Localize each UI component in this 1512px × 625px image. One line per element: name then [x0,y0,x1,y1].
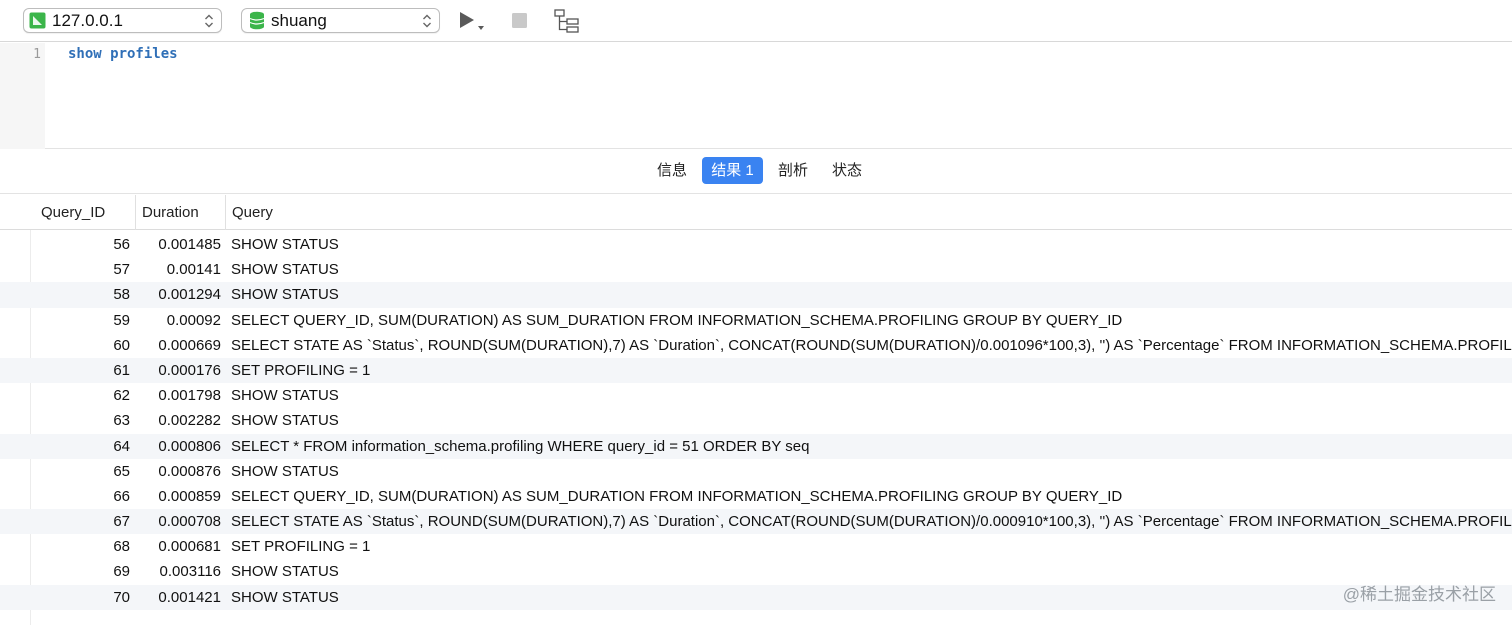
cell-duration: 0.002282 [158,412,221,430]
query-editor[interactable]: 1 show profiles [0,43,1512,149]
tab-info[interactable]: 信息 [650,157,694,184]
cell-query-id: 69 [113,563,130,581]
table-row[interactable]: 58 0.001294 SHOW STATUS [0,282,1512,308]
cell-query-id: 58 [113,286,130,304]
cell-duration: 0.001485 [158,236,221,253]
line-gutter: 1 [0,43,45,149]
cell-query-id: 66 [113,487,130,505]
cell-query: SHOW STATUS [231,588,339,606]
cell-query: SELECT STATE AS `Status`, ROUND(SUM(DURA… [231,336,1512,354]
cell-query-id: 63 [113,412,130,430]
table-row[interactable]: 57 0.00141 SHOW STATUS [0,257,1512,282]
cell-query-id: 65 [113,462,130,480]
stop-button[interactable] [507,8,533,34]
table-row[interactable]: 67 0.000708 SELECT STATE AS `Status`, RO… [0,509,1512,535]
cell-query: SHOW STATUS [231,286,339,304]
cell-duration: 0.000681 [158,538,221,556]
table-row[interactable]: 60 0.000669 SELECT STATE AS `Status`, RO… [0,333,1512,358]
table-row[interactable]: 68 0.000681 SET PROFILING = 1 [0,534,1512,559]
grid-rows: 56 0.001485 SHOW STATUS 57 0.00141 SHOW … [0,232,1512,610]
run-button[interactable] [456,8,490,34]
table-row[interactable]: 62 0.001798 SHOW STATUS [0,383,1512,408]
play-icon [460,12,484,30]
table-row[interactable]: 65 0.000876 SHOW STATUS [0,459,1512,484]
result-grid: Query_ID Duration Query 56 0.001485 SHOW… [0,195,1512,625]
cell-duration: 0.000859 [158,487,221,505]
cell-duration: 0.000708 [158,513,221,531]
table-row[interactable]: 66 0.000859 SELECT QUERY_ID, SUM(DURATIO… [0,484,1512,509]
cell-query: SHOW STATUS [231,236,339,253]
cell-duration: 0.001798 [158,387,221,405]
cell-duration: 0.001421 [158,588,221,606]
cell-query-id: 62 [113,387,130,405]
cell-duration: 0.00141 [166,261,221,279]
cell-query: SHOW STATUS [231,563,339,581]
cell-query: SET PROFILING = 1 [231,538,371,556]
cell-duration: 0.00092 [166,311,221,329]
database-select[interactable]: shuang [241,8,440,33]
cell-duration: 0.003116 [159,563,221,581]
cell-query-id: 56 [113,236,130,253]
connection-label: 127.0.0.1 [52,10,123,30]
connection-select[interactable]: 127.0.0.1 [23,8,222,33]
stop-icon [512,13,527,28]
table-row[interactable]: 63 0.002282 SHOW STATUS [0,408,1512,433]
table-row[interactable]: 56 0.001485 SHOW STATUS [0,232,1512,257]
sql-code[interactable]: show profiles [68,46,178,62]
cell-query-id: 68 [113,538,130,556]
table-row[interactable]: 59 0.00092 SELECT QUERY_ID, SUM(DURATION… [0,308,1512,333]
column-header-query-id[interactable]: Query_ID [35,195,135,230]
cell-query: SELECT QUERY_ID, SUM(DURATION) AS SUM_DU… [231,311,1123,329]
cell-query: SHOW STATUS [231,412,339,430]
cell-duration: 0.000669 [158,336,221,354]
column-header-query[interactable]: Query [225,195,1125,230]
cell-query-id: 59 [113,311,130,329]
cell-query: SELECT QUERY_ID, SUM(DURATION) AS SUM_DU… [231,487,1123,505]
cell-query-id: 70 [113,588,130,606]
line-number: 1 [33,47,41,62]
column-header-duration[interactable]: Duration [135,195,225,230]
connection-icon [29,12,46,29]
cell-duration: 0.001294 [158,286,221,304]
table-row[interactable]: 61 0.000176 SET PROFILING = 1 [0,357,1512,384]
grid-header: Query_ID Duration Query [0,195,1512,230]
cell-query: SHOW STATUS [231,387,339,405]
database-icon [249,11,265,30]
watermark: @稀土掘金技术社区 [1342,585,1496,604]
cell-query: SHOW STATUS [231,462,339,480]
table-row[interactable]: 70 0.001421 SHOW STATUS [0,584,1512,610]
cell-duration: 0.000176 [158,361,221,379]
tab-profile[interactable]: 剖析 [771,157,815,184]
database-label: shuang [271,10,327,30]
cell-query: SET PROFILING = 1 [231,361,371,379]
cell-query-id: 61 [113,361,130,379]
explain-tree-icon [554,9,579,33]
cell-query: SELECT * FROM information_schema.profili… [231,437,810,455]
toolbar: 127.0.0.1 shuang [0,0,1512,42]
cell-query: SELECT STATE AS `Status`, ROUND(SUM(DURA… [231,513,1512,531]
cell-query-id: 60 [113,336,130,354]
tab-status[interactable]: 状态 [825,157,869,184]
cell-duration: 0.000806 [158,437,221,455]
chevron-updown-icon [205,14,213,28]
table-row[interactable]: 69 0.003116 SHOW STATUS [0,559,1512,584]
table-row[interactable]: 64 0.000806 SELECT * FROM information_sc… [0,433,1512,459]
result-tabs: 信息 结果 1 剖析 状态 [0,150,1512,194]
chevron-updown-icon [423,14,431,28]
cell-query-id: 57 [113,261,130,279]
cell-query-id: 67 [113,513,130,531]
explain-button[interactable] [552,8,582,34]
cell-query-id: 64 [113,437,130,455]
tab-result-1[interactable]: 结果 1 [702,157,763,184]
cell-duration: 0.000876 [158,462,221,480]
cell-query: SHOW STATUS [231,261,339,279]
